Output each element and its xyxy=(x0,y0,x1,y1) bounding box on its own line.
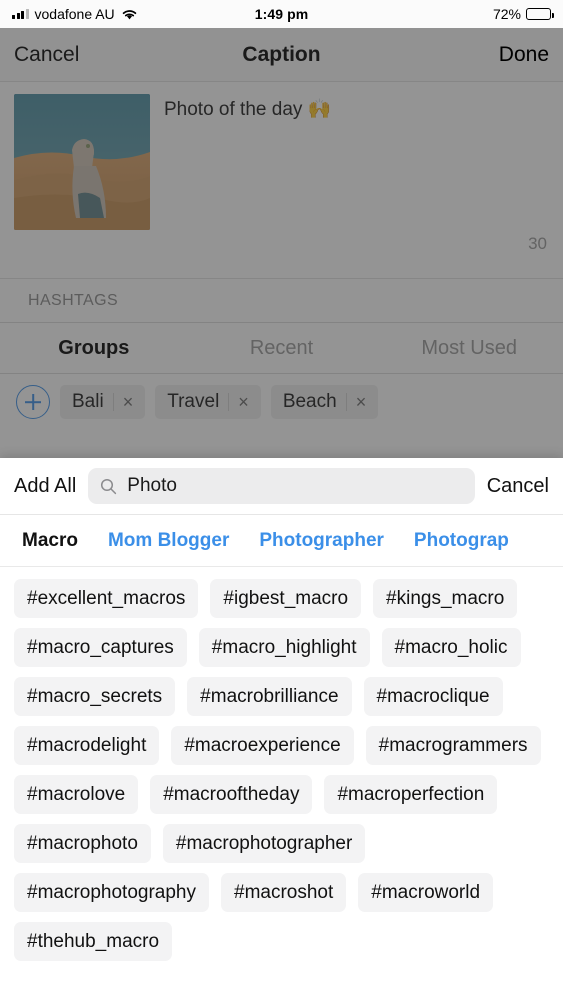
group-chips-row: Bali × Travel × Beach × xyxy=(0,374,563,430)
close-icon[interactable]: × xyxy=(345,393,366,411)
tab-recent[interactable]: Recent xyxy=(188,337,376,360)
group-chip-label: Travel xyxy=(167,391,220,412)
group-chip-bali[interactable]: Bali × xyxy=(60,385,146,419)
sheet-search-bar: Add All Photo Cancel xyxy=(0,458,563,515)
hashtags-label: HASHTAGS xyxy=(28,291,119,309)
page-title: Caption xyxy=(242,42,321,66)
close-icon[interactable]: × xyxy=(112,393,133,411)
close-icon[interactable]: × xyxy=(228,393,249,411)
hashtag-chip[interactable]: #macrophotography xyxy=(14,873,209,912)
hashtag-chip[interactable]: #macrooftheday xyxy=(150,775,313,814)
battery-icon xyxy=(526,8,554,20)
status-bar-right: 72% xyxy=(492,6,554,22)
done-button[interactable]: Done xyxy=(499,43,549,67)
hashtag-chip[interactable]: #macroshot xyxy=(221,873,347,912)
composer-row: Photo of the day 🙌 xyxy=(14,94,549,230)
plus-circle-icon[interactable] xyxy=(16,385,50,419)
hashtag-chip[interactable]: #macroclique xyxy=(363,677,503,716)
hashtag-chip[interactable]: #kings_macro xyxy=(373,579,518,618)
group-chip-label: Beach xyxy=(282,391,337,412)
hashtag-chip[interactable]: #thehub_macro xyxy=(14,922,173,961)
hashtag-chip[interactable]: #macroperfection xyxy=(324,775,498,814)
category-tab-photographer[interactable]: Photographer xyxy=(259,530,384,552)
clock-label: 1:49 pm xyxy=(254,6,309,22)
hashtag-chip[interactable]: #excellent_macros xyxy=(14,579,199,618)
hashtag-results-list: #excellent_macros #igbest_macro #kings_mac… xyxy=(0,567,563,1000)
photo-thumbnail[interactable] xyxy=(14,94,150,230)
hashtag-chip[interactable]: #macrophotographer xyxy=(162,824,366,863)
category-tab-macro[interactable]: Macro xyxy=(22,530,78,552)
group-chip-label: Bali xyxy=(72,391,104,412)
hashtag-source-tabs: Groups Recent Most Used xyxy=(0,322,563,374)
caption-composer: Photo of the day 🙌 30 xyxy=(0,82,563,278)
tab-most-used[interactable]: Most Used xyxy=(375,337,563,360)
sheet-cancel-button[interactable]: Cancel xyxy=(487,475,549,498)
hashtag-chip[interactable]: #macro_secrets xyxy=(14,677,176,716)
category-tab-mom-blogger[interactable]: Mom Blogger xyxy=(108,530,229,552)
caption-text[interactable]: Photo of the day 🙌 xyxy=(164,94,331,230)
search-input[interactable]: Photo xyxy=(88,468,475,504)
navigation-bar: Cancel Caption Done xyxy=(0,28,563,82)
group-chip-beach[interactable]: Beach × xyxy=(270,385,379,419)
hashtag-chip[interactable]: #igbest_macro xyxy=(210,579,362,618)
hashtag-chip[interactable]: #macro_highlight xyxy=(198,628,370,667)
category-tab-photography[interactable]: Photograp xyxy=(414,530,509,552)
hashtag-chip[interactable]: #macrolove xyxy=(14,775,139,814)
status-bar: vodafone AU 1:49 pm 72% xyxy=(0,0,563,28)
battery-percent-label: 72% xyxy=(492,6,521,22)
character-counter: 30 xyxy=(528,234,547,253)
phone-screen: vodafone AU 1:49 pm 72% Cancel Caption D… xyxy=(0,0,563,1000)
hashtags-section-header: HASHTAGS xyxy=(0,278,563,322)
hashtag-picker-sheet: Add All Photo Cancel Macro Mom Blogger P… xyxy=(0,458,563,1000)
tab-groups[interactable]: Groups xyxy=(0,337,188,360)
hashtag-chip[interactable]: #macrogrammers xyxy=(365,726,541,765)
hashtag-chip[interactable]: #macrophoto xyxy=(14,824,151,863)
hashtag-chip[interactable]: #macrodelight xyxy=(14,726,160,765)
add-all-button[interactable]: Add All xyxy=(14,475,76,498)
search-icon xyxy=(101,478,117,494)
hashtag-chip[interactable]: #macro_captures xyxy=(14,628,187,667)
hashtag-chip[interactable]: #macrobrilliance xyxy=(187,677,352,716)
hashtag-chip[interactable]: #macroexperience xyxy=(171,726,354,765)
group-chip-travel[interactable]: Travel × xyxy=(155,385,261,419)
search-input-value: Photo xyxy=(127,475,177,496)
hashtag-chip[interactable]: #macro_holic xyxy=(381,628,521,667)
category-tabs[interactable]: Macro Mom Blogger Photographer Photograp xyxy=(0,515,563,567)
hashtag-chip[interactable]: #macroworld xyxy=(358,873,494,912)
